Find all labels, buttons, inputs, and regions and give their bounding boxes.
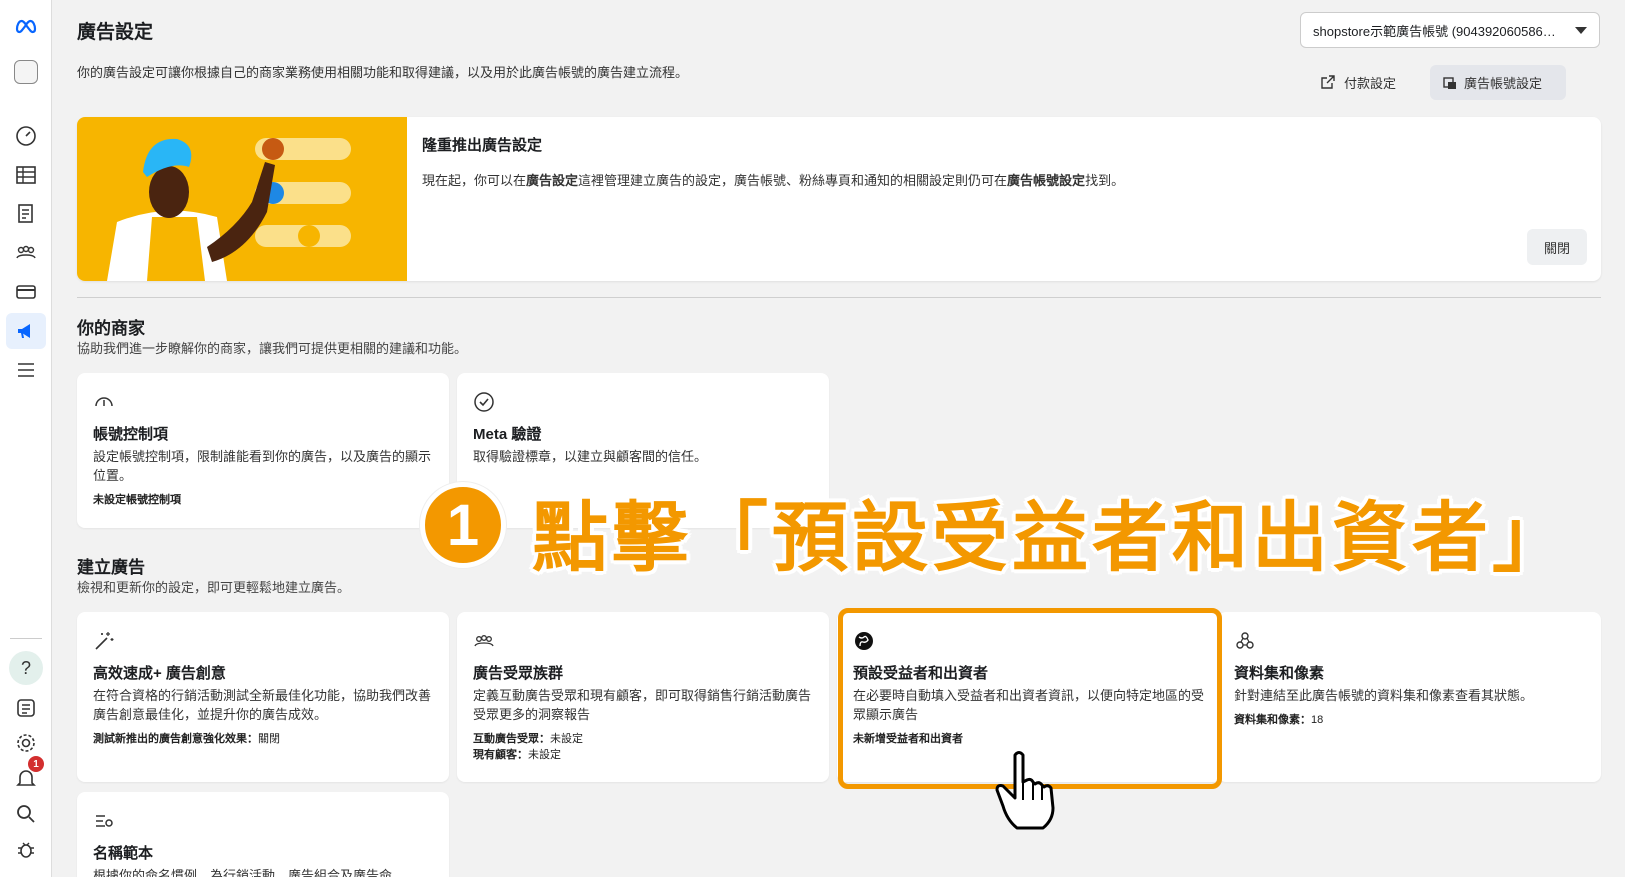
card-description: 設定帳號控制項，限制誰能看到你的廣告，以及廣告的顯示位置。 bbox=[93, 449, 432, 483]
card-title: 名稱範本 bbox=[93, 845, 154, 862]
account-controls-card[interactable]: 帳號控制項 設定帳號控制項，限制誰能看到你的廣告，以及廣告的顯示位置。 未設定帳… bbox=[77, 373, 449, 528]
menu-icon[interactable] bbox=[6, 352, 46, 388]
verified-check-icon bbox=[473, 391, 495, 413]
chevron-down-icon bbox=[1575, 27, 1587, 34]
naming-template-icon bbox=[93, 810, 115, 832]
ad-settings-megaphone-icon[interactable] bbox=[6, 313, 46, 349]
sidebar-divider bbox=[10, 638, 42, 639]
card-description: 針對連結至此廣告帳號的資料集和像素查看其狀態。 bbox=[1234, 688, 1534, 703]
card-description: 定義互動廣告受眾和現有顧客，即可取得銷售行銷活動廣告受眾更多的洞察報告 bbox=[473, 688, 812, 722]
banner-illustration bbox=[77, 117, 407, 281]
card-description: 在符合資格的行銷活動測試全新最佳化功能，協助我們改善廣告創意最佳化，並提升你的廣… bbox=[93, 688, 432, 722]
datasets-pixels-card[interactable]: 資料集和像素 針對連結至此廣告帳號的資料集和像素查看其狀態。 資料集和像素：18 bbox=[1218, 612, 1601, 782]
step-instruction: 點擊「預設受益者和出資者」 bbox=[532, 496, 1572, 581]
magic-wand-icon bbox=[93, 630, 115, 652]
account-settings-button[interactable]: 廣告帳號設定 bbox=[1430, 65, 1566, 100]
left-sidebar: ? 1 bbox=[0, 0, 52, 877]
hand-pointer-icon bbox=[995, 751, 1055, 830]
card-status: 互動廣告受眾：未設定 現有顧客：未設定 bbox=[473, 733, 583, 761]
payment-settings-label: 付款設定 bbox=[1344, 75, 1397, 91]
account-settings-label: 廣告帳號設定 bbox=[1464, 76, 1543, 91]
audience-icon[interactable] bbox=[6, 235, 46, 271]
card-title: 資料集和像素 bbox=[1234, 665, 1325, 682]
page-description: 你的廣告設定可讓你根據自己的商家業務使用相關功能和取得建議，以及用於此廣告帳號的… bbox=[77, 65, 689, 80]
dashboard-icon[interactable] bbox=[6, 118, 46, 154]
your-business-title: 你的商家 bbox=[77, 319, 145, 338]
account-avatar[interactable] bbox=[6, 54, 46, 90]
search-icon[interactable] bbox=[6, 796, 46, 832]
advantage-plus-creative-card[interactable]: 高效速成+ 廣告創意 在符合資格的行銷活動測試全新最佳化功能，協助我們改善廣告創… bbox=[77, 612, 449, 782]
external-link-icon bbox=[1321, 75, 1335, 89]
intro-banner: 隆重推出廣告設定 現在起，你可以在廣告設定這裡管理建立廣告的設定，廣告帳號、粉絲… bbox=[77, 117, 1601, 281]
payment-settings-link[interactable]: 付款設定 bbox=[1310, 65, 1406, 99]
card-status: 測試新推出的廣告創意強化效果：關閉 bbox=[93, 733, 280, 745]
ad-account-selector-value: shopstore示範廣告帳號 (904392060586… bbox=[1313, 23, 1556, 39]
gauge-icon bbox=[93, 391, 115, 413]
table-icon[interactable] bbox=[6, 157, 46, 193]
naming-template-card[interactable]: 名稱範本 根據你的命名慣例，為行銷活動、廣告組合及廣告命 bbox=[77, 792, 449, 877]
card-status: 未設定帳號控制項 bbox=[93, 494, 181, 506]
card-description: 取得驗證標章，以建立與顧客間的信任。 bbox=[473, 449, 708, 464]
card-description: 根據你的命名慣例，為行銷活動、廣告組合及廣告命 bbox=[93, 868, 393, 877]
banner-text: 現在起，你可以在廣告設定這裡管理建立廣告的設定，廣告帳號、粉絲專頁和通知的相關設… bbox=[422, 173, 1125, 188]
card-title: 高效速成+ 廣告創意 bbox=[93, 665, 226, 682]
close-banner-button[interactable]: 關閉 bbox=[1527, 229, 1587, 265]
reports-icon[interactable] bbox=[6, 690, 46, 726]
bug-report-icon[interactable] bbox=[6, 832, 46, 868]
section-divider bbox=[77, 297, 1601, 298]
meta-logo-icon[interactable] bbox=[6, 8, 46, 44]
account-settings-icon bbox=[1443, 76, 1456, 89]
help-icon[interactable]: ? bbox=[6, 650, 46, 686]
settings-gear-icon[interactable] bbox=[6, 725, 46, 761]
card-status: 資料集和像素：18 bbox=[1234, 714, 1324, 726]
create-ads-description: 檢視和更新你的設定，即可更輕鬆地建立廣告。 bbox=[77, 580, 351, 595]
billing-card-icon[interactable] bbox=[6, 274, 46, 310]
banner-title: 隆重推出廣告設定 bbox=[422, 137, 543, 154]
step-number-badge: 1 bbox=[420, 482, 506, 568]
page-title: 廣告設定 bbox=[77, 22, 154, 43]
card-title: 廣告受眾族群 bbox=[473, 665, 564, 682]
card-title: Meta 驗證 bbox=[473, 426, 542, 443]
your-business-description: 協助我們進一步瞭解你的商家，讓我們可提供更相關的建議和功能。 bbox=[77, 341, 468, 356]
notifications-bell-icon[interactable]: 1 bbox=[6, 756, 46, 796]
notification-badge: 1 bbox=[28, 756, 44, 772]
audience-icon bbox=[473, 630, 495, 652]
pages-icon[interactable] bbox=[6, 196, 46, 232]
create-ads-title: 建立廣告 bbox=[77, 558, 145, 577]
audience-segments-card[interactable]: 廣告受眾族群 定義互動廣告受眾和現有顧客，即可取得銷售行銷活動廣告受眾更多的洞察… bbox=[457, 612, 829, 782]
dataset-icon bbox=[1234, 630, 1256, 652]
ad-account-selector[interactable]: shopstore示範廣告帳號 (904392060586… bbox=[1300, 12, 1600, 48]
card-title: 帳號控制項 bbox=[93, 426, 169, 443]
